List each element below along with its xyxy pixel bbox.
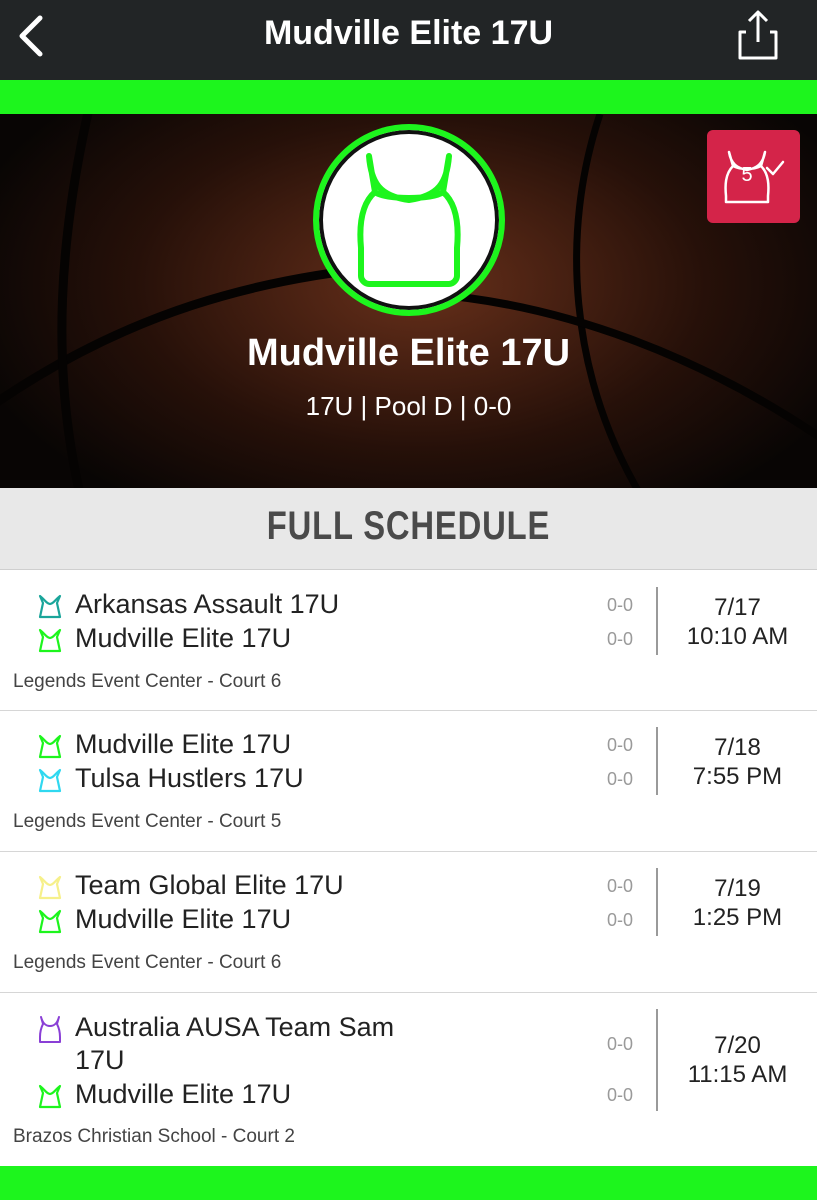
- accent-bar-top: [0, 80, 817, 114]
- share-button[interactable]: [734, 6, 782, 62]
- divider: [656, 1009, 658, 1111]
- team-name: Mudville Elite 17U: [75, 1079, 292, 1109]
- game-row[interactable]: Australia AUSA Team Sam 17U 0-0 Mudville…: [0, 993, 817, 1166]
- team-name: Tulsa Hustlers 17U: [75, 763, 304, 793]
- game-date: 7/17: [714, 594, 761, 621]
- team-name: Mudville Elite 17U: [75, 904, 292, 934]
- divider: [656, 727, 658, 795]
- team-record: 0-0: [606, 1034, 633, 1054]
- divider: [656, 868, 658, 936]
- team-record: 0-0: [606, 595, 633, 615]
- game-row[interactable]: Mudville Elite 17U 0-0 Tulsa Hustlers 17…: [0, 711, 817, 852]
- page-title: Mudville Elite 17U: [263, 14, 554, 52]
- jersey-icon: [38, 1084, 62, 1109]
- game-date: 7/20: [714, 1032, 761, 1059]
- game-venue: Legends Event Center - Court 6: [13, 952, 282, 973]
- team-record: 0-0: [606, 735, 633, 755]
- game-date: 7/18: [714, 734, 761, 761]
- top-navigation-bar: Mudville Elite 17U: [0, 0, 817, 80]
- badge-count: 5: [741, 164, 753, 186]
- jersey-icon: [38, 734, 62, 759]
- jersey-icon: [38, 909, 62, 934]
- team-record: 0-0: [606, 910, 633, 930]
- game-row[interactable]: Team Global Elite 17U 0-0 Mudville Elite…: [0, 852, 817, 993]
- game-venue: Brazos Christian School - Court 2: [13, 1126, 295, 1147]
- jersey-icon: [357, 153, 461, 287]
- game-time: 7:55 PM: [692, 763, 783, 790]
- jersey-icon: [38, 768, 62, 793]
- team-name-heading: Mudville Elite 17U: [246, 332, 571, 374]
- team-name: Mudville Elite 17U: [75, 729, 292, 759]
- team-record: 0-0: [606, 769, 633, 789]
- check-in-badge-button[interactable]: 5: [707, 130, 800, 223]
- game-venue: Legends Event Center - Court 6: [13, 671, 282, 692]
- section-title: FULL SCHEDULE: [266, 504, 551, 548]
- game-row[interactable]: Arkansas Assault 17U 0-0 Mudville Elite …: [0, 571, 817, 711]
- divider: [656, 587, 658, 655]
- game-venue: Legends Event Center - Court 5: [13, 811, 282, 832]
- tank-top-icon: [39, 1016, 61, 1043]
- team-record: 0-0: [606, 876, 633, 896]
- game-time: 10:10 AM: [686, 623, 789, 650]
- team-name: Mudville Elite 17U: [75, 623, 292, 653]
- share-icon: [738, 10, 778, 60]
- team-details: 17U | Pool D | 0-0: [305, 391, 512, 421]
- team-name: Arkansas Assault 17U: [75, 589, 340, 619]
- jersey-icon: [38, 594, 62, 619]
- team-record: 0-0: [606, 629, 633, 649]
- team-name: Australia AUSA Team Sam 17U: [75, 1012, 395, 1075]
- game-time: 1:25 PM: [692, 904, 783, 931]
- team-logo: [313, 124, 505, 316]
- team-hero: Mudville Elite 17U 17U | Pool D | 0-0 5: [0, 114, 817, 488]
- jersey-icon: [38, 875, 62, 900]
- game-date: 7/19: [714, 875, 761, 902]
- jersey-icon: [38, 628, 62, 653]
- game-time: 11:15 AM: [687, 1061, 788, 1088]
- accent-bar-bottom: [0, 1166, 817, 1200]
- schedule-section-header: FULL SCHEDULE: [0, 488, 817, 570]
- team-name: Team Global Elite 17U: [75, 870, 344, 900]
- team-record: 0-0: [606, 1085, 633, 1105]
